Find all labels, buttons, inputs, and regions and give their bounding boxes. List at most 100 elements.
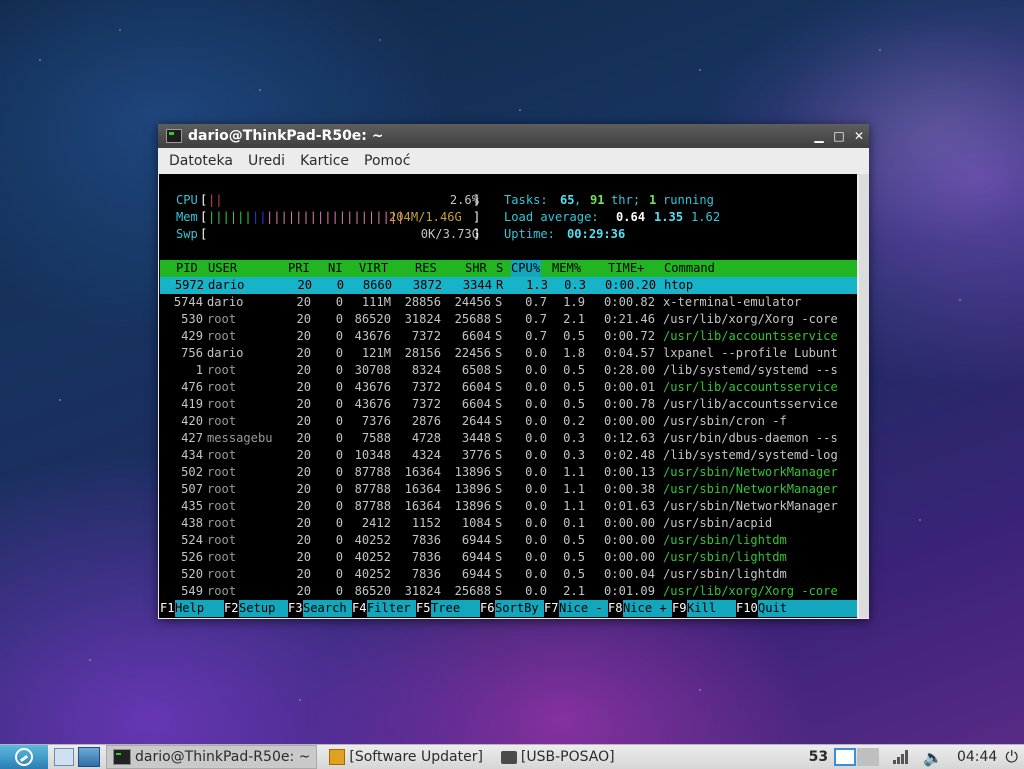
start-menu-button[interactable]: [0, 745, 48, 769]
cell-shr: 2644: [461, 414, 491, 428]
menu-kartice[interactable]: Kartice: [296, 153, 353, 169]
clock[interactable]: 04:44: [957, 749, 997, 765]
table-row[interactable]: 524 root 20 0 40252 7836 6944 S 0.0 0.5 0:00.00/us…: [159, 532, 856, 549]
fkey-f8[interactable]: F8: [608, 600, 623, 617]
cell-user: messagebu: [207, 431, 273, 445]
table-row[interactable]: 435 root 20 0 87788 16364 13896 S 0.0 1.1 0:01.63 /…: [159, 498, 856, 515]
fkey-f9[interactable]: F9: [672, 600, 687, 617]
cell-cmd: htop: [664, 278, 694, 292]
fkey-f6[interactable]: F6: [480, 600, 495, 617]
cell-user: root: [207, 363, 237, 377]
fkey-label-help[interactable]: Help: [175, 600, 224, 617]
cell-user: dario: [208, 278, 245, 292]
fkey-label-tree[interactable]: Tree: [431, 600, 480, 617]
cell-mem: 2.1: [563, 584, 585, 598]
cell-cmd: lxpanel --profile Lubunt: [663, 346, 838, 360]
fkey-f1[interactable]: F1: [160, 600, 175, 617]
table-row[interactable]: 434 root 20 0 10348 4324 3776 S 0.0 0.3 0:02.48/li…: [159, 447, 856, 464]
cell-res: 28156: [404, 346, 441, 360]
menu-uredi[interactable]: Uredi: [244, 153, 289, 169]
workspace-1[interactable]: [834, 748, 857, 766]
process-table-header[interactable]: PID USER PRI NI VIRT RES SHR S CPU% MEM%…: [160, 260, 857, 277]
fkey-label-setup[interactable]: Setup: [239, 600, 288, 617]
cell-user: root: [207, 397, 237, 411]
cell-cmd: /usr/sbin/lightdm: [663, 533, 787, 547]
fkey-label-kill[interactable]: Kill: [687, 600, 736, 617]
table-row[interactable]: 507 root 20 0 87788 16364 13896 S 0.0 1.1 0:00.38 /…: [159, 481, 856, 498]
cell-ni: 0: [336, 278, 344, 292]
fkey-label-nice[interactable]: Nice -: [559, 600, 608, 617]
table-row[interactable]: 756 dario 20 0 121M 28156 22456 S 0.0 1.8 0:04.57 l…: [159, 345, 856, 362]
workspace-switcher-icon[interactable]: [78, 747, 100, 767]
cell-pri: 20: [296, 448, 311, 462]
cell-virt: 121M: [361, 346, 391, 360]
terminal-screen[interactable]: CPU [ || 2.6% ] Mem [ |||||| || ||||||||…: [159, 174, 857, 618]
cell-virt: 43676: [354, 380, 391, 394]
cell-time: 0:00.13: [604, 465, 655, 479]
cell-s: S: [495, 482, 503, 496]
workspace-2[interactable]: [857, 748, 880, 766]
terminal-window[interactable]: dario@ThinkPad-R50e: ~ ▁ □ ✕ Datoteka Ur…: [158, 124, 869, 619]
fkey-f4[interactable]: F4: [352, 600, 367, 617]
fkey-f7[interactable]: F7: [544, 600, 559, 617]
cell-shr: 6944: [461, 533, 491, 547]
cell-time: 0:00.72: [604, 329, 655, 343]
fkey-f2[interactable]: F2: [224, 600, 239, 617]
menu-pomoc[interactable]: Pomoć: [360, 153, 414, 169]
table-row[interactable]: 427 messagebu 20 0 7588 4728 3448 S 0.0 0.3 0:12.6…: [159, 430, 856, 447]
fkey-label-sortby[interactable]: SortBy: [495, 600, 544, 617]
cell-pri: 20: [296, 295, 311, 309]
table-row[interactable]: 429 root 20 0 43676 7372 6604 S 0.7 0.5 0:00.72/us…: [159, 328, 856, 345]
cell-user: root: [207, 380, 237, 394]
fkey-label-quit[interactable]: Quit: [758, 600, 857, 617]
cell-mem: 0.5: [563, 550, 585, 564]
cell-cmd: /usr/sbin/lightdm: [663, 550, 787, 564]
table-row[interactable]: 530 root 20 0 86520 31824 25688 S 0.7 2.1 0:21.46 /…: [159, 311, 856, 328]
folder-icon: [500, 750, 517, 764]
power-icon[interactable]: ⏻: [1005, 747, 1018, 767]
table-row[interactable]: 420 root 20 0 7376 2876 2644 S 0.0 0.2 0:00.00/usr…: [159, 413, 856, 430]
fkey-f10[interactable]: F10: [736, 600, 758, 617]
close-icon[interactable]: ✕: [849, 129, 869, 143]
table-row[interactable]: 549 root 20 0 86520 31824 25688 S 0.0 2.1 0:01.09 /…: [159, 583, 856, 600]
fkey-label-filter[interactable]: Filter: [367, 600, 416, 617]
table-row[interactable]: 5972 dario 20 0 8660 3872 3344 R 1.3 0.3 0:00.20 ht…: [160, 277, 857, 294]
cell-cmd: /usr/sbin/cron -f: [663, 414, 787, 428]
tray-number[interactable]: 53: [809, 749, 828, 765]
cell-cmd: /usr/lib/accountsservice: [663, 380, 838, 394]
fkey-f3[interactable]: F3: [288, 600, 303, 617]
table-row[interactable]: 520 root 20 0 40252 7836 6944 S 0.0 0.5 0:00.04/us…: [159, 566, 856, 583]
task-software-updater[interactable]: [Software Updater]: [323, 746, 489, 768]
task-usb-posao[interactable]: [USB-POSAO]: [495, 746, 621, 768]
task-terminal[interactable]: dario@ThinkPad-R50e: ~: [106, 745, 318, 769]
cell-res: 4728: [411, 431, 441, 445]
table-row[interactable]: 1 root 20 0 30708 8324 6508 S 0.0 0.5 0:28.00/lib/…: [159, 362, 856, 379]
table-row[interactable]: 526 root 20 0 40252 7836 6944 S 0.0 0.5 0:00.00/us…: [159, 549, 856, 566]
volume-icon[interactable]: 🔈: [923, 748, 943, 767]
menu-datoteka[interactable]: Datoteka: [165, 153, 237, 169]
table-row[interactable]: 419 root 20 0 43676 7372 6604 S 0.0 0.5 0:00.78/us…: [159, 396, 856, 413]
terminal-scrollbar[interactable]: [859, 174, 869, 618]
maximize-icon[interactable]: □: [829, 129, 849, 143]
window-titlebar[interactable]: dario@ThinkPad-R50e: ~ ▁ □ ✕: [158, 124, 869, 148]
cell-cpu: 0.0: [525, 431, 547, 445]
cell-user: root: [207, 482, 237, 496]
table-row[interactable]: 438 root 20 0 2412 1152 1084 S 0.0 0.1 0:00.00/usr…: [159, 515, 856, 532]
software-updater-icon: [329, 749, 346, 765]
show-desktop-icon[interactable]: [54, 748, 74, 766]
minimize-icon[interactable]: ▁: [809, 129, 829, 143]
cell-s: S: [495, 567, 503, 581]
cell-mem: 0.3: [563, 431, 585, 445]
fkey-f5[interactable]: F5: [416, 600, 431, 617]
table-row[interactable]: 502 root 20 0 87788 16364 13896 S 0.0 1.1 0:00.13 /…: [159, 464, 856, 481]
cell-pri: 20: [296, 499, 311, 513]
fkey-label-search[interactable]: Search: [303, 600, 352, 617]
cell-pid: 438: [181, 516, 203, 530]
table-row[interactable]: 5744 dario 20 0 111M 28856 24456 S 0.7 1.9 0:00.82…: [159, 294, 856, 311]
fkey-label-nice[interactable]: Nice +: [623, 600, 672, 617]
network-icon[interactable]: [893, 750, 909, 764]
table-row[interactable]: 476 root 20 0 43676 7372 6604 S 0.0 0.5 0:00.01/us…: [159, 379, 856, 396]
cell-time: 0:12.63: [604, 431, 655, 445]
cell-res: 8324: [411, 363, 441, 377]
cell-cmd: /usr/bin/dbus-daemon --s: [663, 431, 838, 445]
